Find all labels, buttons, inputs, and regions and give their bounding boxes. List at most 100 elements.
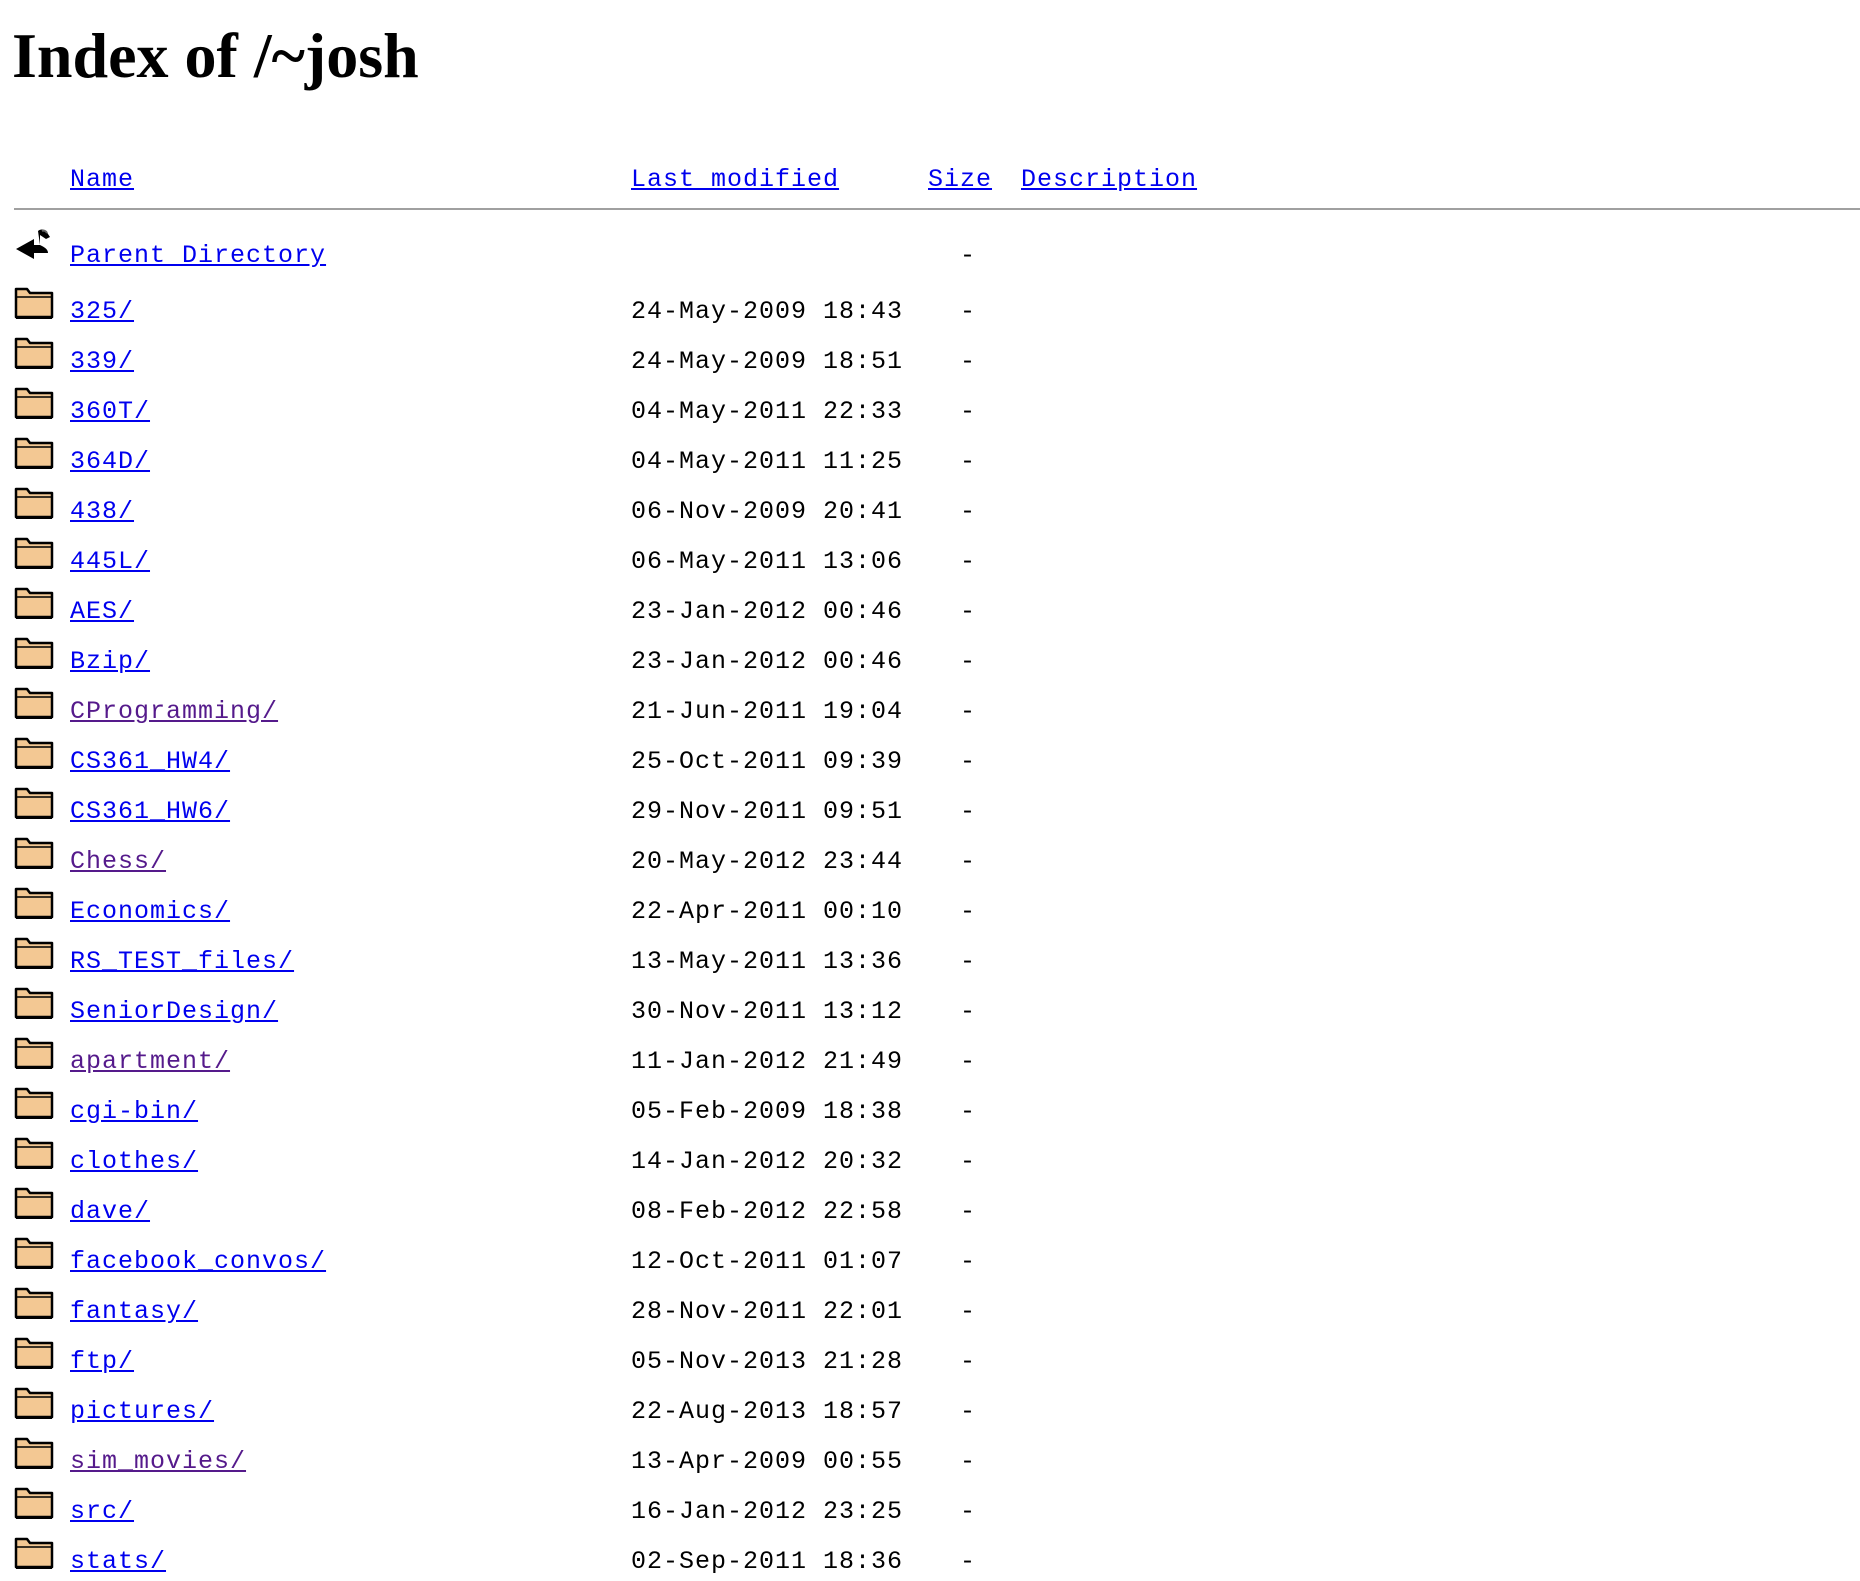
list-item: CProgramming/21-Jun-2011 19:04 - [0, 687, 1860, 731]
folder-icon [14, 337, 54, 369]
entry-link[interactable]: 438/ [70, 497, 134, 526]
entry-size: - [960, 847, 977, 876]
list-item: 360T/04-May-2011 22:33 - [0, 387, 1860, 431]
folder-icon [14, 487, 54, 519]
folder-icon [14, 887, 54, 919]
entry-size: - [960, 1097, 977, 1126]
entry-link[interactable]: RS_TEST_files/ [70, 947, 294, 976]
entry-link[interactable]: fantasy/ [70, 1297, 198, 1326]
list-item: CS361_HW4/25-Oct-2011 09:39 - [0, 737, 1860, 781]
entry-size: - [960, 1497, 977, 1526]
folder-icon [14, 287, 54, 319]
entry-size: - [960, 1247, 977, 1276]
entry-last-modified: 12-Oct-2011 01:07 [631, 1247, 904, 1276]
folder-icon [14, 637, 54, 669]
entry-last-modified: 23-Jan-2012 00:46 [631, 647, 904, 676]
entry-link[interactable]: pictures/ [70, 1397, 214, 1426]
folder-icon [14, 1037, 54, 1069]
entry-link[interactable]: 339/ [70, 347, 134, 376]
entry-size: - [960, 647, 977, 676]
entry-link[interactable]: facebook_convos/ [70, 1247, 326, 1276]
list-item: ftp/05-Nov-2013 21:28 - [0, 1337, 1860, 1381]
entry-link[interactable]: 325/ [70, 297, 134, 326]
entry-last-modified: 22-Apr-2011 00:10 [631, 897, 904, 926]
list-item: SeniorDesign/30-Nov-2011 13:12 - [0, 987, 1860, 1031]
folder-icon [14, 787, 54, 819]
back-arrow-icon [16, 229, 50, 259]
list-item: apartment/11-Jan-2012 21:49 - [0, 1037, 1860, 1081]
entry-link[interactable]: Bzip/ [70, 647, 150, 676]
entry-last-modified: 04-May-2011 11:25 [631, 447, 904, 476]
sort-by-size-link[interactable]: Size [928, 165, 992, 194]
list-item: CS361_HW6/29-Nov-2011 09:51 - [0, 787, 1860, 831]
folder-icon [14, 1237, 54, 1269]
entry-link[interactable]: 360T/ [70, 397, 150, 426]
entry-link[interactable]: AES/ [70, 597, 134, 626]
folder-icon [14, 1087, 54, 1119]
entry-last-modified: 28-Nov-2011 22:01 [631, 1297, 904, 1326]
entry-last-modified: 29-Nov-2011 09:51 [631, 797, 904, 826]
entry-link[interactable]: CS361_HW6/ [70, 797, 230, 826]
folder-icon [14, 1487, 54, 1519]
entry-link[interactable]: sim_movies/ [70, 1447, 246, 1476]
entry-link[interactable]: Economics/ [70, 897, 230, 926]
list-item: AES/23-Jan-2012 00:46 - [0, 587, 1860, 631]
list-item: 339/24-May-2009 18:51 - [0, 337, 1860, 381]
entry-size: - [960, 747, 977, 776]
entry-last-modified: 05-Feb-2009 18:38 [631, 1097, 904, 1126]
list-item: fantasy/28-Nov-2011 22:01 - [0, 1287, 1860, 1331]
entry-link[interactable]: Chess/ [70, 847, 166, 876]
entry-link[interactable]: src/ [70, 1497, 134, 1526]
list-item: sim_movies/13-Apr-2009 00:55 - [0, 1437, 1860, 1481]
page-title: Index of /~josh [12, 20, 419, 91]
list-item: clothes/14-Jan-2012 20:32 - [0, 1137, 1860, 1181]
entry-size: - [960, 397, 977, 426]
entry-last-modified: 25-Oct-2011 09:39 [631, 747, 904, 776]
entry-link[interactable]: ftp/ [70, 1347, 134, 1376]
entry-size: - [960, 1047, 977, 1076]
entry-last-modified: 04-May-2011 22:33 [631, 397, 904, 426]
entry-link[interactable]: CProgramming/ [70, 697, 278, 726]
folder-icon [14, 537, 54, 569]
entry-last-modified: 05-Nov-2013 21:28 [631, 1347, 904, 1376]
entry-last-modified: 06-May-2011 13:06 [631, 547, 904, 576]
entry-last-modified: 24-May-2009 18:51 [631, 347, 904, 376]
folder-icon [14, 387, 54, 419]
list-item: facebook_convos/12-Oct-2011 01:07 - [0, 1237, 1860, 1281]
entry-size: - [960, 1197, 977, 1226]
parent-directory-row: Parent Directory - [0, 223, 1860, 270]
entry-size: - [960, 947, 977, 976]
entry-size: - [960, 997, 977, 1026]
entry-last-modified: 11-Jan-2012 21:49 [631, 1047, 904, 1076]
entry-size: - [960, 347, 977, 376]
entry-last-modified: 02-Sep-2011 18:36 [631, 1547, 904, 1576]
entry-link[interactable]: SeniorDesign/ [70, 997, 278, 1026]
entry-link[interactable]: CS361_HW4/ [70, 747, 230, 776]
list-item: 438/06-Nov-2009 20:41 - [0, 487, 1860, 531]
folder-icon [14, 687, 54, 719]
sort-by-description-link[interactable]: Description [1021, 165, 1197, 194]
sort-by-name-link[interactable]: Name [70, 165, 134, 194]
entry-last-modified: 24-May-2009 18:43 [631, 297, 904, 326]
list-item: src/16-Jan-2012 23:25 - [0, 1487, 1860, 1531]
entry-last-modified: 13-Apr-2009 00:55 [631, 1447, 904, 1476]
entry-link[interactable]: clothes/ [70, 1147, 198, 1176]
entry-link[interactable]: cgi-bin/ [70, 1097, 198, 1126]
entry-link[interactable]: apartment/ [70, 1047, 230, 1076]
sort-by-last-modified-link[interactable]: Last modified [631, 165, 839, 194]
folder-icon [14, 1387, 54, 1419]
entry-link[interactable]: 364D/ [70, 447, 150, 476]
entry-last-modified: 14-Jan-2012 20:32 [631, 1147, 904, 1176]
folder-icon [14, 987, 54, 1019]
entry-link[interactable]: stats/ [70, 1547, 166, 1576]
header-divider [14, 208, 1860, 210]
folder-icon [14, 1537, 54, 1569]
entry-last-modified: 06-Nov-2009 20:41 [631, 497, 904, 526]
entry-link[interactable]: 445L/ [70, 547, 150, 576]
folder-icon [14, 1187, 54, 1219]
parent-directory-link[interactable]: Parent Directory [70, 241, 326, 270]
folder-icon [14, 1337, 54, 1369]
list-item: 445L/06-May-2011 13:06 - [0, 537, 1860, 581]
entry-link[interactable]: dave/ [70, 1197, 150, 1226]
entry-last-modified: 22-Aug-2013 18:57 [631, 1397, 904, 1426]
